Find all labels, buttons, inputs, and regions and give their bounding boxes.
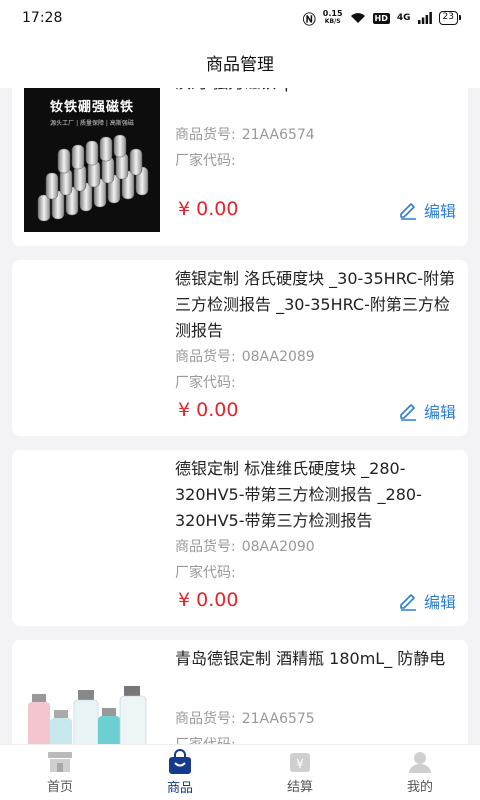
product-card[interactable]: 德银定制 标准维氏硬度块 _280-320HV5-带第三方检测报告 _280-3…: [12, 450, 468, 626]
signal-label: 4G: [396, 13, 411, 23]
product-image-bottles: [24, 680, 160, 744]
status-bar: 17:28 Ⓝ 0.15 KB/S HD 4G 23: [0, 0, 480, 36]
edit-button[interactable]: 编辑: [398, 589, 456, 613]
product-factory-code: 厂家代码:: [175, 734, 242, 744]
image-tagline-text: 源头工厂 | 质量保障 | 高斯强磁: [50, 120, 134, 127]
product-card[interactable]: 钕铁硼强磁铁 源头工厂 | 质量保障 | 高斯强磁 商品货号: 21AA6574…: [12, 88, 468, 246]
signal-icon: [417, 12, 432, 24]
product-factory-code: 厂家代码:: [175, 565, 236, 581]
product-title[interactable]: 青岛德银定制 酒精瓶 180mL_ 防静电: [175, 646, 460, 672]
hd-badge: HD: [372, 12, 390, 24]
product-sku: 商品货号: 08AA2090: [175, 539, 315, 555]
shopping-bag-icon: [169, 749, 191, 774]
product-title[interactable]: 德银定制 洛氏硬度块 _30-35HRC-附第三方检测报告 _30-35HRC-…: [175, 266, 460, 344]
product-sku: 商品货号: 21AA6574: [175, 127, 315, 143]
product-sku: 商品货号: 08AA2089: [175, 349, 315, 365]
nfc-icon: Ⓝ: [302, 12, 316, 28]
image-banner-text: 钕铁硼强磁铁: [49, 100, 134, 115]
product-factory-code: 厂家代码:: [175, 375, 236, 391]
wifi-icon: [350, 13, 365, 23]
page-header: 商品管理: [0, 36, 480, 88]
battery-icon: 23: [438, 11, 462, 25]
edit-button[interactable]: 编辑: [398, 399, 456, 423]
product-sku: 商品货号: 21AA6575: [175, 711, 315, 727]
product-price: ¥ 0.00: [178, 399, 239, 421]
product-price: ¥ 0.00: [178, 198, 239, 220]
edit-button[interactable]: 编辑: [398, 198, 456, 222]
edit-icon: [400, 404, 416, 421]
product-list[interactable]: 钕铁硼强磁铁 源头工厂 | 质量保障 | 高斯强磁 商品货号: 21AA6574…: [0, 88, 480, 744]
product-image: [24, 260, 160, 436]
edit-icon: [400, 203, 416, 220]
wallet-icon: ¥: [290, 753, 310, 772]
product-price: ¥ 0.00: [178, 589, 239, 611]
product-image-magnets: 钕铁硼强磁铁 源头工厂 | 质量保障 | 高斯强磁: [24, 88, 160, 232]
product-card[interactable]: 德银定制 洛氏硬度块 _30-35HRC-附第三方检测报告 _30-35HRC-…: [12, 260, 468, 436]
tab-products[interactable]: 商品: [120, 745, 240, 800]
bottles-illustration: [28, 686, 147, 744]
user-icon: [409, 752, 431, 773]
product-card[interactable]: 青岛德银定制 酒精瓶 180mL_ 防静电 商品货号:21AA6575 厂家代码…: [12, 640, 468, 744]
tab-profile[interactable]: 我的: [360, 745, 480, 800]
bottom-tab-bar: 首页 商品 ¥ 结算 我的: [0, 744, 480, 800]
product-title[interactable]: 德银定制 标准维氏硬度块 _280-320HV5-带第三方检测报告 _280-3…: [175, 456, 460, 534]
product-factory-code: 厂家代码:: [175, 153, 236, 169]
magnets-illustration: [37, 134, 149, 222]
network-speed: 0.15 KB/S: [322, 9, 343, 26]
product-image: [24, 450, 160, 626]
page-title: 商品管理: [206, 54, 274, 75]
edit-icon: [400, 594, 416, 611]
tab-settlement[interactable]: ¥ 结算: [240, 745, 360, 800]
status-time: 17:28: [22, 10, 63, 26]
svg-text:¥: ¥: [296, 757, 304, 771]
status-icons: Ⓝ 0.15 KB/S HD 4G 23: [302, 9, 462, 28]
tab-home[interactable]: 首页: [0, 745, 120, 800]
product-title[interactable]: 汉河 强力磁铁 φ20*10: [175, 88, 460, 96]
shop-icon: [48, 752, 72, 772]
